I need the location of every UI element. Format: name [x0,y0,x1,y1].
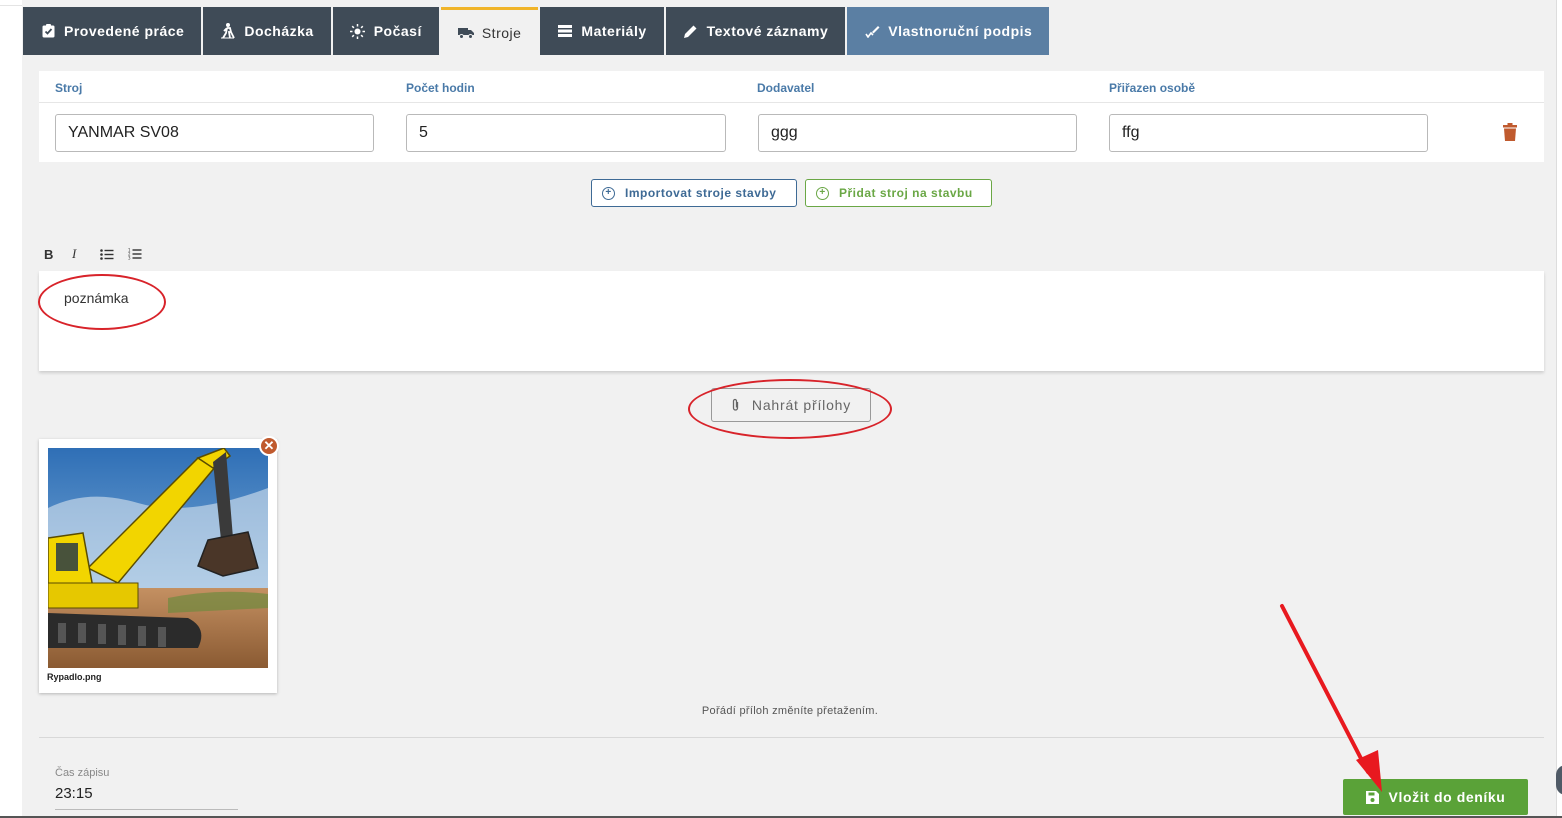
tab-label: Provedené práce [64,23,185,39]
tab-label: Stroje [481,24,522,41]
add-machine-button[interactable]: + Přidat stroj na stavbu [805,179,992,207]
numbered-list-icon[interactable]: 123 [128,244,156,264]
tab-textove-zaznamy[interactable]: Textové záznamy [665,7,846,55]
tab-label: Vlastnoruční podpis [888,23,1033,39]
import-machines-button[interactable]: + Importovat stroje stavby [591,179,797,207]
plus-circle-icon: + [816,186,829,200]
supplier-input[interactable]: ggg [758,114,1077,152]
side-panel-handle[interactable] [1556,765,1562,795]
note-editor[interactable]: poznámka [39,271,1544,371]
tab-materialy[interactable]: Materiály [540,7,664,55]
sun-icon [350,23,366,39]
plus-circle-icon: + [602,186,615,200]
person-walking-icon [220,23,236,39]
machine-input[interactable]: YANMAR SV08 [55,114,374,152]
attachment-card[interactable]: Rypadlo.png [39,439,277,693]
tab-label: Materiály [581,23,647,39]
time-label: Čas zápisu [55,767,110,779]
machines-table: Stroj Počet hodin Dodavatel Přiřazen oso… [39,71,1544,162]
hours-input[interactable]: 5 [406,114,726,152]
import-label: Importovat stroje stavby [625,186,777,200]
attachment-filename: Rypadlo.png [47,672,102,682]
annotation-ellipse [38,274,166,330]
tab-label: Počasí [373,23,422,39]
table-header: Stroj Počet hodin Dodavatel Přiřazen oso… [39,71,1544,103]
bulleted-list-icon[interactable] [100,244,128,264]
tab-dochazka[interactable]: Docházka [203,7,331,55]
add-label: Přidat stroj na stavbu [839,186,973,200]
header-hours: Počet hodin [406,81,475,95]
truck-icon [457,25,474,41]
assigned-input[interactable]: ffg [1109,114,1428,152]
header-assigned: Přiřazen osobě [1109,81,1196,95]
tab-label: Textové záznamy [706,23,829,39]
save-label: Vložit do deníku [1388,789,1506,805]
trash-icon[interactable] [1503,123,1517,141]
tab-bar: Provedené práce Docházka Počasí Stroje M… [23,7,1051,55]
annotation-ellipse [688,379,892,439]
attachment-thumbnail [48,448,268,668]
tab-pocasi[interactable]: Počasí [332,7,439,55]
bold-button[interactable]: B [44,244,72,264]
close-icon: ✕ [263,438,275,453]
pencil-icon [683,23,699,39]
layers-icon [557,23,573,39]
time-input[interactable]: 23:15 [55,785,93,802]
annotation-arrow-icon [1280,604,1382,792]
clipboard-check-icon [40,23,56,39]
tab-provedene-prace[interactable]: Provedené práce [23,7,202,55]
scrollbar[interactable] [1556,0,1562,818]
tab-vlastnorucni-podpis[interactable]: Vlastnoruční podpis [847,7,1050,55]
editor-toolbar: B I 123 [44,244,156,264]
svg-text:3: 3 [128,256,131,261]
remove-attachment-button[interactable]: ✕ [259,436,279,456]
header-supplier: Dodavatel [757,81,815,95]
italic-button[interactable]: I [72,244,100,264]
signature-icon [864,23,880,39]
time-underline [55,809,238,810]
header-machine: Stroj [55,81,83,95]
tab-label: Docházka [244,23,314,39]
tab-stroje[interactable]: Stroje [440,7,539,55]
